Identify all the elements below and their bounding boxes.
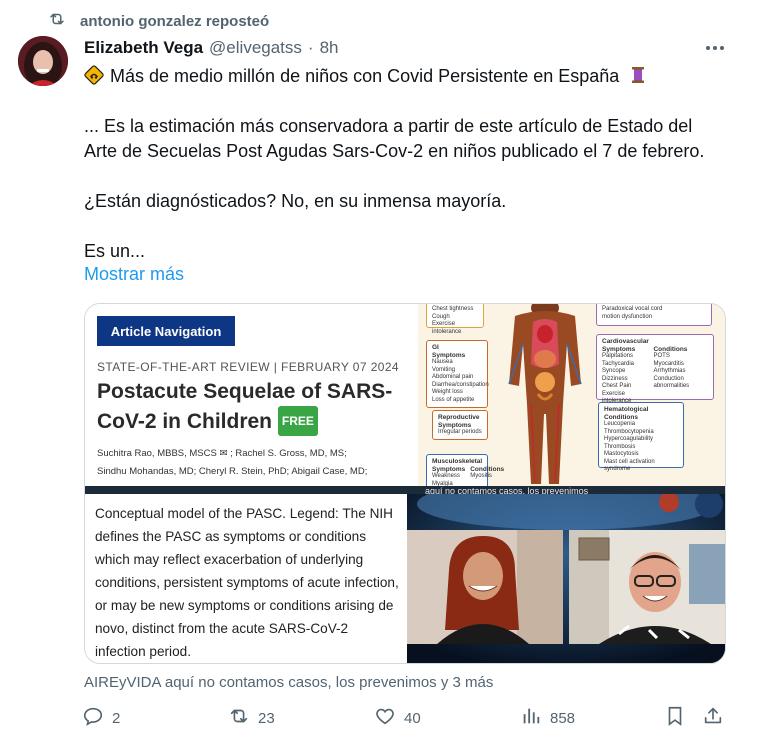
tweet-line-1-text: Más de medio millón de niños con Covid P… [110,66,620,86]
repost-icon [48,10,66,32]
pasc-infographic: Chest tightness Cough Exercise intoleran… [418,304,725,486]
share-icon [702,705,724,731]
repost-header[interactable]: antonio gonzalez reposteó [48,10,269,32]
media-attachment[interactable]: Article Navigation STATE-OF-THE-ART REVI… [84,303,726,664]
participant-woman [407,530,563,644]
article-authors: Suchitra Rao, MBBS, MSCS ✉ ; Rachel S. G… [97,445,415,481]
avatar[interactable] [18,36,68,86]
source-tags[interactable]: AIREyVIDA aquí no contamos casos, los pr… [84,674,493,691]
reply-count: 2 [112,709,121,727]
repost-label: antonio gonzalez reposteó [80,12,270,30]
like-count: 40 [404,709,421,727]
participant-man [569,530,725,644]
authors-line-2: Sindhu Mohandas, MD; Cheryl R. Stein, Ph… [97,466,368,477]
tweet-line-2: ... Es la estimación más conservadora a … [84,116,693,136]
tweet-line-4: ¿Están diagnósticados? No, en su inmensa… [84,191,507,211]
gi-box: GI Symptoms Nausea Vomiting Abdominal pa… [426,340,489,408]
video-call-screenshot [407,494,725,663]
tweet-line-5: Es un... [84,241,146,261]
article-title-text: Postacute Sequelae of SARS-CoV-2 in Chil… [97,380,393,433]
like-button[interactable]: 40 [374,705,421,731]
article-navigation-button: Article Navigation [97,316,235,346]
tweet-header: Elizabeth Vega @elivegatss · 8h [84,38,339,58]
thread-spool-emoji-icon [628,65,648,85]
body-illustration [508,304,582,484]
neuro-box: Paradoxical vocal cord motion dysfunctio… [596,304,712,326]
view-count: 858 [550,709,576,727]
views-button[interactable]: 858 [520,705,575,731]
repost-button[interactable]: 23 [228,705,275,731]
show-more-link[interactable]: Mostrar más [84,264,184,285]
action-bar: 2 23 40 858 [80,705,730,733]
more-options-icon[interactable] [704,38,726,58]
tweet-text: Más de medio millón de niños con Covid P… [84,64,734,264]
warning-emoji-icon [84,65,104,85]
share-button[interactable] [702,705,724,731]
tweet-line-1: Más de medio millón de niños con Covid P… [84,64,734,89]
tweet-line-3: Arte de Secuelas Post Agudas Sars-Cov-2 … [84,141,705,161]
cardiovascular-box: Cardiovascular Symptoms Palpitations Tac… [596,334,714,404]
repost-action-icon [228,705,250,731]
bookmark-icon [664,705,686,731]
reply-icon [82,705,104,731]
authors-line-1: Suchitra Rao, MBBS, MSCS ✉ ; Rachel S. G… [97,448,347,459]
reproductive-box: Reproductive Symptoms Irregular periods [432,410,488,440]
musculoskeletal-box: Musculoskeletal Symptoms Weakness Myalgia… [426,454,504,486]
separator-dot: · [307,38,314,57]
bookmark-button[interactable] [664,705,686,731]
views-chart-icon [520,705,542,731]
respiratory-box: Chest tightness Cough Exercise intoleran… [426,304,484,335]
article-screenshot: Article Navigation STATE-OF-THE-ART REVI… [85,304,418,489]
free-badge: FREE [277,406,318,436]
reply-button[interactable]: 2 [82,705,120,731]
repost-count: 23 [258,709,275,727]
heart-icon [374,705,396,731]
author-name[interactable]: Elizabeth Vega [84,38,203,58]
article-title: Postacute Sequelae of SARS-CoV-2 in Chil… [97,378,407,436]
hematological-box: Hematological Conditions Leucopenia Thro… [598,402,684,472]
figure-caption: Conceptual model of the PASC. Legend: Th… [85,494,407,663]
author-handle[interactable]: @elivegatss [209,38,302,58]
article-kicker: STATE-OF-THE-ART REVIEW | FEBRUARY 07 20… [97,360,399,374]
tweet-time[interactable]: 8h [320,38,339,58]
